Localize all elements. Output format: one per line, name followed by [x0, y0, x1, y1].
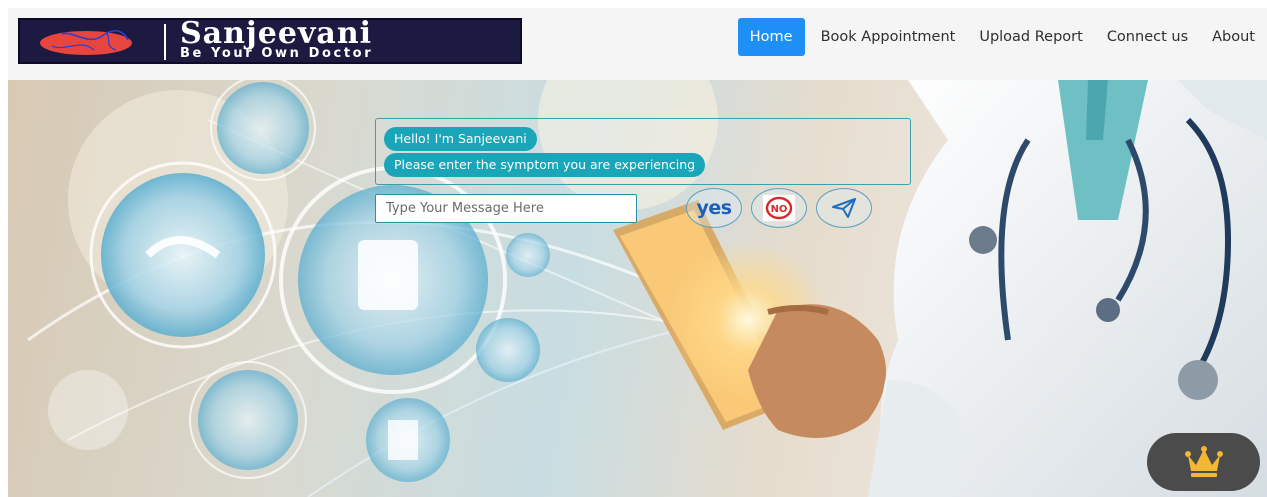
send-button[interactable]: [816, 188, 872, 228]
brand-divider: [164, 24, 166, 60]
nav-connect-us[interactable]: Connect us: [1095, 18, 1200, 56]
yes-button[interactable]: yes: [686, 188, 742, 228]
crown-icon: [1184, 446, 1223, 477]
message-input[interactable]: [375, 194, 637, 223]
brand-tagline: Be Your Own Doctor: [180, 46, 374, 61]
yes-label: yes: [696, 197, 732, 219]
nav-links: Home Book Appointment Upload Report Conn…: [737, 18, 1267, 56]
no-badge-icon: NO: [763, 195, 795, 221]
no-button[interactable]: NO: [751, 188, 807, 228]
bot-message: Please enter the symptom you are experie…: [384, 153, 706, 177]
navbar: Sanjeevani Be Your Own Doctor Home Book …: [8, 8, 1267, 80]
nav-upload-report[interactable]: Upload Report: [967, 18, 1094, 56]
nav-book-appointment[interactable]: Book Appointment: [809, 18, 968, 56]
brand-logo[interactable]: Sanjeevani Be Your Own Doctor: [18, 17, 522, 64]
kidney-logo-icon: [40, 29, 132, 55]
no-label: NO: [771, 204, 788, 215]
nav-about[interactable]: About: [1200, 18, 1267, 56]
send-icon: [832, 198, 856, 218]
nav-home[interactable]: Home: [737, 18, 805, 56]
bot-message: Hello! I'm Sanjeevani: [384, 127, 537, 151]
chat-window: Hello! I'm Sanjeevani Please enter the s…: [375, 118, 911, 185]
crown-widget-button[interactable]: [1147, 433, 1260, 491]
